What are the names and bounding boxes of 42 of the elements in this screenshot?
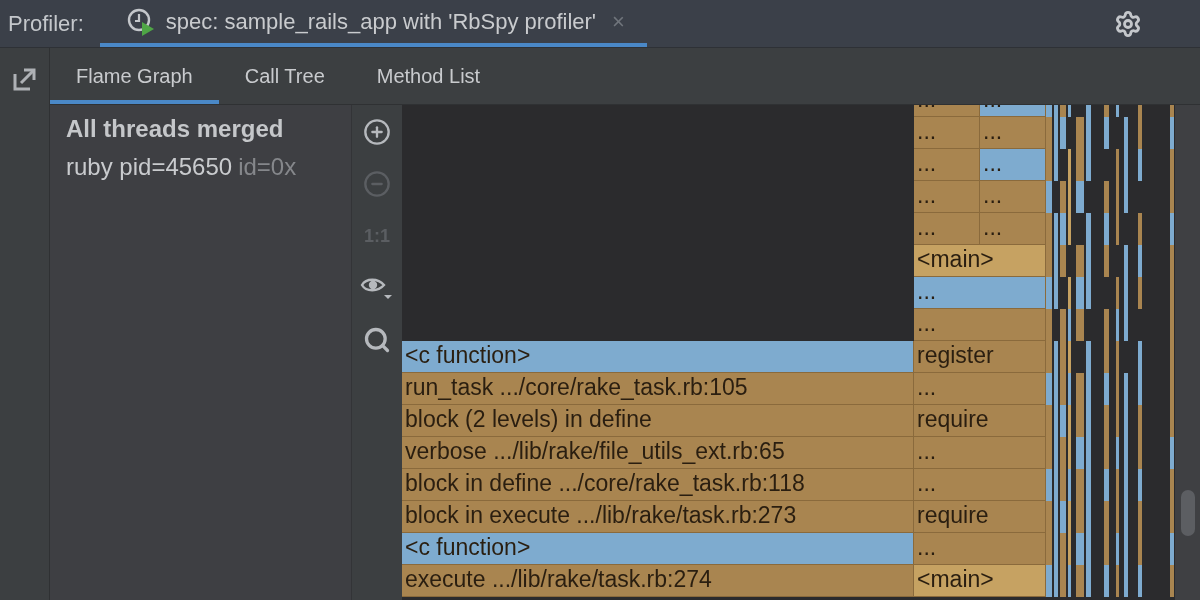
flame-frame[interactable]: ... [914, 181, 980, 213]
flame-frame[interactable]: ... [980, 213, 1046, 245]
export-icon[interactable] [11, 66, 38, 92]
flame-frame[interactable]: run_task .../core/rake_task.rb:105 [402, 373, 914, 405]
flame-frame[interactable]: ... [914, 213, 980, 245]
flame-frame[interactable]: execute .../lib/rake/task.rb:274 [402, 565, 914, 597]
flame-frame[interactable]: <main> [914, 565, 1046, 597]
view-tab[interactable]: Method List [350, 48, 507, 104]
flame-frame[interactable]: ... [914, 105, 980, 117]
flame-frame[interactable]: <c function> [402, 341, 914, 373]
flame-frame[interactable]: block in execute .../lib/rake/task.rb:273 [402, 501, 914, 533]
flame-frame[interactable]: <main> [914, 245, 1046, 277]
flame-frame[interactable]: ... [914, 373, 1046, 405]
profiler-run-icon [125, 6, 156, 37]
flame-frame[interactable]: ... [914, 309, 1046, 341]
flame-frame[interactable]: ... [914, 469, 1046, 501]
thread-name: ruby pid=45650 [66, 153, 233, 181]
flame-frame[interactable]: ... [980, 117, 1046, 149]
settings-icon[interactable] [1114, 9, 1142, 38]
flame-frame[interactable]: ... [914, 533, 1046, 565]
flame-frame[interactable]: <c function> [402, 533, 914, 565]
flame-frame[interactable]: block in define .../core/rake_task.rb:118 [402, 469, 914, 501]
threads-title: All threads merged [66, 115, 285, 143]
zoom-in-icon[interactable] [363, 118, 391, 146]
flame-frame[interactable]: ... [980, 181, 1046, 213]
thread-item[interactable]: ruby pid=45650 id=0x [66, 153, 351, 181]
flame-frame[interactable]: block (2 levels) in define [402, 405, 914, 437]
flame-frame[interactable]: require [914, 405, 1046, 437]
flame-frame[interactable]: ... [914, 149, 980, 181]
flame-frame[interactable]: register [914, 341, 1046, 373]
run-tab-title: spec: sample_rails_app with 'RbSpy profiler' [165, 8, 597, 35]
flame-frame[interactable]: ... [914, 277, 1046, 309]
scrollbar-thumb[interactable] [1180, 490, 1195, 536]
flame-frame[interactable]: ... [980, 149, 1046, 181]
search-icon[interactable] [363, 326, 391, 354]
flame-frame[interactable]: ... [914, 117, 980, 149]
flame-frame[interactable]: require [914, 501, 1046, 533]
flame-frame[interactable]: verbose .../lib/rake/file_utils_ext.rb:65 [402, 437, 914, 469]
profiler-label: Profiler: [8, 10, 84, 37]
flame-frame[interactable]: ... [914, 437, 1046, 469]
view-tab[interactable]: Call Tree [218, 48, 351, 104]
thread-id: id=0x [238, 153, 297, 181]
